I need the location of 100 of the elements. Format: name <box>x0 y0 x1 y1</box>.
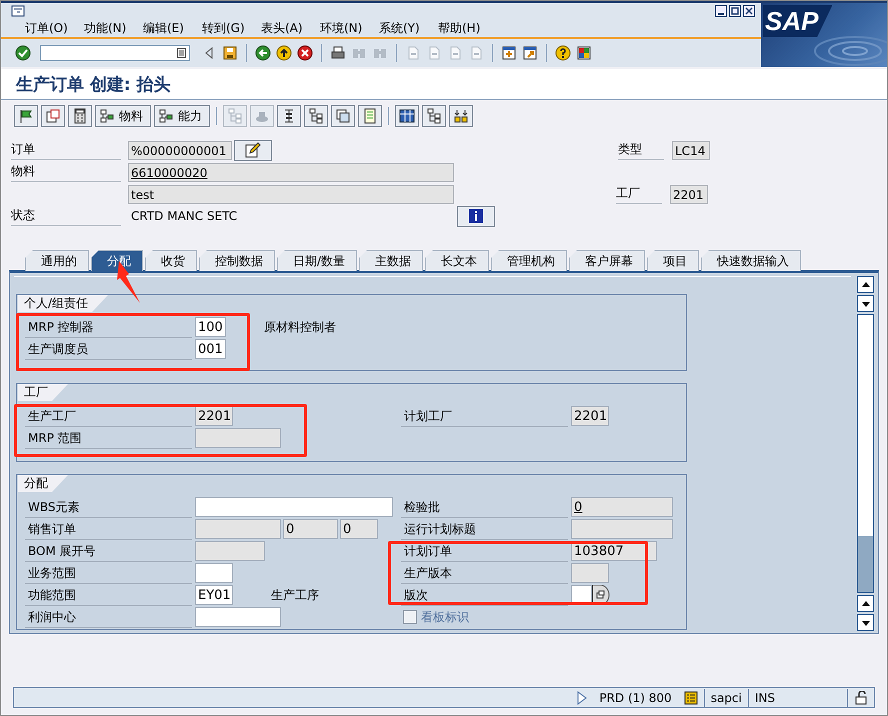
exit-icon[interactable] <box>276 45 292 61</box>
system-menu-icon[interactable] <box>11 5 25 17</box>
menu-item[interactable]: 环境(N) <box>320 20 379 36</box>
icon-button[interactable] <box>331 105 355 127</box>
scrollbar[interactable] <box>857 276 874 631</box>
new-session-icon[interactable] <box>501 45 517 61</box>
server-name: sapci <box>704 688 748 706</box>
field-label: 状态 <box>11 206 121 226</box>
tab[interactable]: 控制数据 <box>199 250 275 271</box>
tab[interactable]: 客户屏幕 <box>569 250 646 271</box>
icon-button[interactable] <box>304 105 328 127</box>
grid-icon[interactable] <box>399 108 415 124</box>
input-field[interactable] <box>195 563 233 583</box>
field-label: 生产调度员 <box>25 338 192 360</box>
field-label: WBS元素 <box>25 496 192 518</box>
tab[interactable]: 日期/数量 <box>277 250 358 271</box>
menu-item[interactable]: 帮助(H) <box>438 20 497 36</box>
close-icon[interactable] <box>743 5 755 17</box>
minimize-icon[interactable] <box>715 5 727 17</box>
logo: SAP <box>763 5 832 37</box>
input-field[interactable]: EY01 <box>195 585 233 605</box>
menu-item[interactable]: 转到(G) <box>202 20 261 36</box>
window-icon[interactable] <box>45 108 61 124</box>
icon-button[interactable] <box>422 105 446 127</box>
field-label: 运行计划标题 <box>401 518 568 540</box>
command-field[interactable] <box>40 45 190 61</box>
input-field[interactable]: 100 <box>195 317 226 337</box>
enter-icon[interactable] <box>15 45 31 61</box>
cancel-icon[interactable] <box>297 45 313 61</box>
icon-button[interactable] <box>358 105 382 127</box>
tab[interactable]: 管理机构 <box>491 250 568 271</box>
play-icon[interactable] <box>577 690 588 704</box>
field-label: MRP 控制器 <box>25 316 192 338</box>
material-field[interactable]: 6610000020 <box>128 162 454 182</box>
network-icon[interactable] <box>99 108 115 124</box>
menu-item[interactable]: 编辑(E) <box>143 20 202 36</box>
tab[interactable]: 主数据 <box>359 250 424 271</box>
field-label: 生产版本 <box>401 562 568 584</box>
input-field: 0 <box>571 497 673 517</box>
layout-icon[interactable] <box>576 45 592 61</box>
field-label: MRP 范围 <box>25 428 192 448</box>
arrows-icon[interactable] <box>453 108 469 124</box>
edit-button[interactable] <box>234 140 272 160</box>
shortcut-icon[interactable] <box>522 45 538 61</box>
input-field: 0 <box>340 519 378 539</box>
menu-item[interactable]: 表头(A) <box>261 20 320 36</box>
tab[interactable]: 通用的 <box>25 250 89 271</box>
list-icon[interactable] <box>684 690 698 704</box>
dropdown-icon[interactable] <box>177 48 186 58</box>
tab[interactable]: 长文本 <box>425 250 490 271</box>
maximize-icon[interactable] <box>729 5 741 17</box>
scroll-thumb[interactable] <box>858 536 873 592</box>
flag-icon[interactable] <box>18 108 34 124</box>
input-field: 0 <box>283 519 338 539</box>
tree-icon[interactable] <box>308 108 324 124</box>
toolbar-button[interactable]: 能力 <box>154 105 210 127</box>
group-title: 个人/组责任 <box>18 295 108 312</box>
tab[interactable]: 快速数据输入 <box>701 250 802 271</box>
plant-field[interactable]: 2201 <box>670 184 708 204</box>
document-icon[interactable] <box>362 108 378 124</box>
order-field[interactable]: %00000000001 <box>128 140 232 160</box>
network-icon[interactable] <box>158 108 174 124</box>
icon-button[interactable] <box>14 105 38 127</box>
input-field[interactable] <box>195 497 393 517</box>
field-label: 生产工厂 <box>25 406 192 426</box>
info-button[interactable] <box>457 206 495 226</box>
field-label: 利润中心 <box>25 606 192 628</box>
field-label: 版次 <box>401 584 568 606</box>
input-field[interactable]: 001 <box>195 339 226 359</box>
calculator-icon[interactable] <box>72 108 88 124</box>
tab[interactable]: 项目 <box>647 250 700 271</box>
icon-button[interactable] <box>41 105 65 127</box>
group-title: 分配 <box>18 475 68 492</box>
input-mode: INS <box>748 688 781 706</box>
menu-item[interactable]: 订单(O) <box>25 20 84 36</box>
field-label: 计划订单 <box>401 540 568 562</box>
input-field[interactable] <box>195 607 281 627</box>
tree-icon[interactable] <box>426 108 442 124</box>
field-label: 物料 <box>11 162 121 182</box>
field-description: 生产工序 <box>271 586 319 604</box>
icon-button[interactable] <box>395 105 419 127</box>
lock-icon[interactable] <box>854 690 868 704</box>
tab[interactable]: 收货 <box>145 250 197 271</box>
input-field: 2201 <box>195 406 233 426</box>
field-description: 原材料控制者 <box>264 318 336 336</box>
field-label: 业务范围 <box>25 562 192 584</box>
back-icon[interactable] <box>255 45 271 61</box>
toolbar-button[interactable]: 物料 <box>95 105 151 127</box>
status-text: CRTD MANC SETC <box>130 209 238 223</box>
icon-button[interactable] <box>449 105 473 127</box>
menu-item[interactable]: 系统(Y) <box>379 20 438 36</box>
type-field[interactable]: LC14 <box>672 140 710 160</box>
copy-icon[interactable] <box>335 108 351 124</box>
print-icon[interactable] <box>330 45 346 61</box>
group-title: 工厂 <box>18 384 68 401</box>
help-icon[interactable] <box>555 45 571 61</box>
icon-button[interactable] <box>68 105 92 127</box>
icon-button[interactable] <box>277 105 301 127</box>
menu-item[interactable]: 功能(N) <box>84 20 143 36</box>
save-icon[interactable] <box>222 45 238 61</box>
